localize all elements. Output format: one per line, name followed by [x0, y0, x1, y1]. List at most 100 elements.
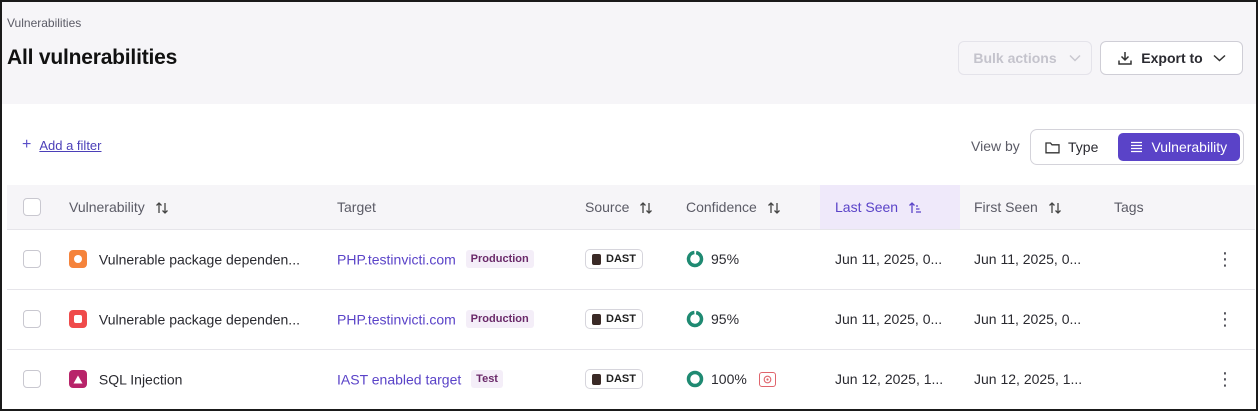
view-type-option[interactable]: Type — [1034, 133, 1118, 161]
row-checkbox[interactable] — [23, 370, 41, 388]
folder-icon — [1045, 141, 1060, 153]
sort-icon[interactable] — [639, 201, 653, 215]
target-cell: IAST enabled target Test — [335, 349, 585, 409]
vulnerability-name[interactable]: Vulnerable package dependen... — [99, 251, 300, 267]
view-by-label: View by — [971, 138, 1020, 154]
severity-triangle-icon — [69, 370, 87, 389]
target-link[interactable]: PHP.testinvicti.com — [337, 311, 456, 327]
source-cell: DAST — [585, 349, 686, 409]
last-seen-cell: Jun 12, 2025, 1... — [835, 371, 944, 387]
column-target: Target — [335, 185, 585, 229]
view-vulnerability-label: Vulnerability — [1151, 139, 1228, 155]
column-source-label: Source — [585, 198, 630, 215]
column-confidence-label: Confidence — [686, 198, 757, 215]
sort-ascending-icon[interactable] — [908, 201, 922, 215]
column-first-seen-label: First Seen — [974, 198, 1038, 215]
select-all-cell — [7, 185, 50, 229]
first-seen-cell: Jun 11, 2025, 0... — [974, 311, 1082, 327]
add-filter-link[interactable]: + Add a filter — [22, 136, 102, 154]
dast-icon — [592, 313, 601, 325]
tags-cell — [1100, 229, 1195, 289]
row-select-cell — [7, 229, 50, 289]
environment-badge: Production — [465, 310, 534, 329]
view-vulnerability-option[interactable]: Vulnerability — [1117, 133, 1240, 161]
source-badge: DAST — [585, 369, 643, 389]
row-more-icon[interactable]: ⋮ — [1195, 229, 1255, 289]
target-cell: PHP.testinvicti.com Production — [335, 229, 585, 289]
column-last-seen[interactable]: Last Seen — [820, 185, 960, 229]
column-confidence[interactable]: Confidence — [686, 185, 820, 229]
view-type-label: Type — [1068, 139, 1099, 155]
target-cell: PHP.testinvicti.com Production — [335, 289, 585, 349]
source-cell: DAST — [585, 229, 686, 289]
row-checkbox[interactable] — [23, 310, 41, 328]
table-row[interactable]: SQL Injection IAST enabled target Test D… — [7, 349, 1255, 409]
source-label: DAST — [606, 253, 636, 265]
tags-cell — [1100, 349, 1195, 409]
confidence-cell: 100% — [686, 349, 820, 409]
row-checkbox[interactable] — [23, 250, 41, 268]
chevron-down-icon — [1213, 54, 1226, 62]
row-select-cell — [7, 349, 50, 409]
page-title: All vulnerabilities — [7, 46, 178, 69]
target-link[interactable]: IAST enabled target — [337, 371, 461, 387]
table-row[interactable]: Vulnerable package dependen... PHP.testi… — [7, 229, 1255, 289]
breadcrumb[interactable]: Vulnerabilities — [7, 16, 81, 30]
export-label: Export to — [1141, 50, 1203, 66]
row-more-icon[interactable]: ⋮ — [1195, 289, 1255, 349]
confidence-cell: 95% — [686, 229, 820, 289]
confidence-value: 95% — [711, 311, 740, 328]
confidence-ring-icon — [686, 250, 704, 268]
column-vulnerability[interactable]: Vulnerability — [50, 185, 335, 229]
app-frame: Vulnerabilities All vulnerabilities Bulk… — [0, 0, 1258, 411]
view-by-toggle: Type Vulnerability — [1030, 129, 1244, 165]
chevron-down-icon — [1069, 54, 1081, 62]
column-source[interactable]: Source — [585, 185, 686, 229]
vulnerability-name[interactable]: SQL Injection — [99, 371, 183, 387]
export-button[interactable]: Export to — [1100, 41, 1243, 75]
column-tags-label: Tags — [1114, 198, 1144, 215]
confidence-ring-icon — [686, 310, 704, 328]
confidence-value: 100% — [711, 371, 747, 388]
source-badge: DAST — [585, 249, 643, 269]
column-first-seen[interactable]: First Seen — [960, 185, 1100, 229]
environment-badge: Production — [465, 250, 534, 269]
column-vulnerability-label: Vulnerability — [69, 198, 145, 215]
first-seen-cell: Jun 11, 2025, 0... — [974, 251, 1082, 267]
vulnerability-cell: SQL Injection — [50, 349, 335, 409]
download-icon — [1118, 52, 1133, 65]
severity-high-icon — [69, 250, 87, 269]
severity-critical-icon — [69, 310, 87, 329]
source-cell: DAST — [585, 289, 686, 349]
source-badge: DAST — [585, 309, 643, 329]
vulnerability-cell: Vulnerable package dependen... — [50, 229, 335, 289]
table-row[interactable]: Vulnerable package dependen... PHP.testi… — [7, 289, 1255, 349]
dast-icon — [592, 253, 601, 265]
column-target-label: Target — [337, 198, 376, 215]
environment-badge: Test — [471, 370, 503, 389]
confidence-ring-icon — [686, 370, 704, 388]
vulnerabilities-table: Vulnerability Target Source Confidence L… — [7, 185, 1255, 409]
list-icon — [1131, 141, 1143, 153]
plus-icon: + — [22, 136, 32, 153]
sort-icon[interactable] — [155, 201, 169, 215]
source-label: DAST — [606, 373, 636, 385]
row-select-cell — [7, 289, 50, 349]
select-all-checkbox[interactable] — [23, 197, 41, 216]
last-seen-cell: Jun 11, 2025, 0... — [835, 311, 943, 327]
sort-icon[interactable] — [1048, 201, 1062, 215]
confidence-value: 95% — [711, 251, 740, 268]
row-more-icon[interactable]: ⋮ — [1195, 349, 1255, 409]
table-header-row: Vulnerability Target Source Confidence L… — [7, 185, 1255, 229]
add-filter-label: Add a filter — [39, 137, 102, 153]
bulk-actions-label: Bulk actions — [973, 50, 1057, 66]
vulnerability-name[interactable]: Vulnerable package dependen... — [99, 311, 300, 327]
source-label: DAST — [606, 313, 636, 325]
last-seen-cell: Jun 11, 2025, 0... — [835, 251, 943, 267]
iast-icon — [758, 371, 776, 387]
dast-icon — [592, 373, 601, 385]
vulnerability-cell: Vulnerable package dependen... — [50, 289, 335, 349]
bulk-actions-button[interactable]: Bulk actions — [958, 41, 1092, 75]
sort-icon[interactable] — [767, 201, 781, 215]
target-link[interactable]: PHP.testinvicti.com — [337, 251, 456, 267]
